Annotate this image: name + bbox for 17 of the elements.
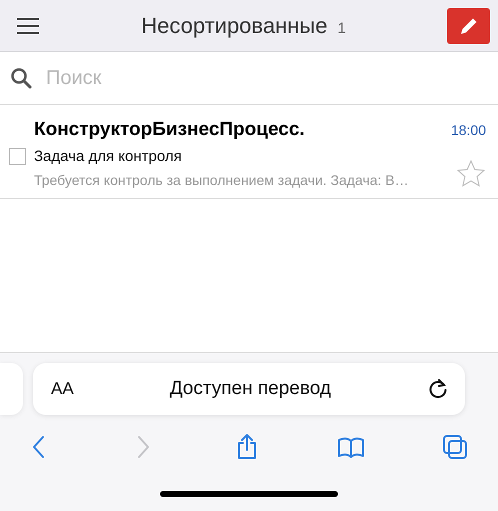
reload-icon[interactable] [427,378,449,400]
message-sender: КонструкторБизнесПроцесс. [34,119,306,141]
star-icon[interactable] [456,159,486,189]
message-subject: Задача для контроля [34,148,183,164]
message-preview: Требуется контроль за выполнением задачи. Задача: В… [34,172,410,188]
compose-button[interactable] [447,8,490,44]
unread-count: 1 [337,20,346,36]
address-bar[interactable]: AA Доступен перевод [33,363,465,415]
folder-title: Несортированные [141,12,328,38]
translation-notice: Доступен перевод [168,378,332,400]
search-icon [10,67,32,89]
message-row[interactable]: КонструкторБизнесПроцесс. 18:00 Задача для контроля Требуется контроль за выполнением задачи. Задача: В… [0,105,498,199]
message-time: 18:00 [450,122,486,138]
tabs-icon[interactable] [440,432,470,462]
checkbox[interactable] [8,148,26,164]
text-size-button[interactable]: AA [51,379,74,399]
menu-icon[interactable] [16,16,40,34]
